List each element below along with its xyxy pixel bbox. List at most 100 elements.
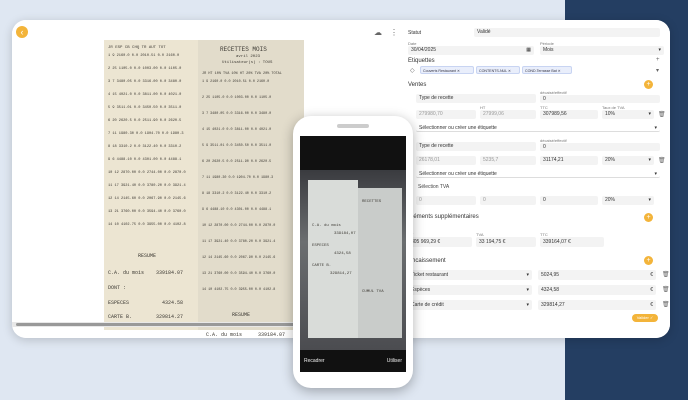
chevron-down-icon: ▾: [658, 47, 661, 53]
add-encaissement-button[interactable]: +: [644, 256, 653, 265]
receipt-left: JR ESP CB CHQ TR AUT TOT 1 9 2160.0 0.0 …: [104, 40, 200, 330]
vente3-tva-field[interactable]: 0: [480, 196, 536, 205]
vente1-ttc-field[interactable]: 307989,56: [540, 110, 598, 119]
receipt-row: 11 17 3921.40 0.0 3780.20 0.0 3921.4: [202, 240, 276, 244]
receipt-row: 8 18 3310.2 0.0 3122.40 0.0 3310.2: [108, 145, 182, 149]
receipt-carte-label: CARTE B.: [108, 314, 133, 320]
receipt-row: 13 21 3760.00 0.0 3594.40 0.0 3760.0: [108, 210, 186, 214]
receipt-row: 1 9 2160.0 0.0 2010.51 0.0 2160.0: [108, 54, 180, 58]
form-panel: Statut Validé Date 30/04/2025 ▦ Période M…: [404, 20, 670, 338]
vente1-tag-select[interactable]: Sélectionner ou créer une étiquette ▾: [416, 124, 660, 132]
crop-button[interactable]: Recadrer: [304, 358, 325, 364]
receipt-row: 13 21 3760.00 0.0 3594.40 0.0 3760.0: [202, 272, 276, 276]
receipt-row: 7 11 1980.30 0.0 1904.70 0.0 1980.3: [108, 132, 184, 136]
chevron-down-icon: ▾: [526, 272, 529, 278]
receipt-row: 8 18 3310.2 0.0 3122.40 0.0 3310.2: [202, 192, 272, 196]
receipt-row: 10 12 2870.00 0.0 2744.00 0.0 2870.0: [202, 224, 276, 228]
chevron-down-icon: ▾: [526, 287, 529, 293]
photo-line: C.A. du mois: [312, 224, 341, 228]
chevron-down-icon[interactable]: ▾: [656, 67, 659, 74]
photo-line: RECETTES: [362, 200, 382, 204]
receipt-especes-value: 4324.58: [162, 300, 184, 306]
vente2-ht-field[interactable]: 26178,01: [416, 156, 476, 165]
add-complement-button[interactable]: +: [644, 213, 653, 222]
etiquettes-label: Etiquettes: [408, 58, 435, 64]
more-vertical-icon[interactable]: ⋮: [390, 28, 398, 37]
receipt-right-ca-label: C.A. du mois: [206, 332, 243, 338]
photo-receipt-paper: [358, 188, 402, 338]
photo-line: 329814,27: [330, 272, 352, 276]
receipt-row: 2 25 1105.0 0.0 1003.00 0.0 1105.0: [108, 67, 182, 71]
pay-method-select[interactable]: Carte de crédit ▾: [408, 300, 532, 310]
vente3-ttc-field[interactable]: 0: [540, 196, 598, 205]
trash-icon[interactable]: 🗑: [658, 111, 666, 118]
vente2-tag-select[interactable]: Sélectionner ou créer une étiquette ▾: [416, 170, 660, 178]
receipt-row: 12 14 2145.60 0.0 2067.90 0.0 2145.6: [108, 197, 186, 201]
back-arrow-icon[interactable]: ‹: [16, 26, 28, 38]
tag-chip[interactable]: Couverts Restaurant ✕: [420, 66, 474, 74]
receipt-carte-value: 329814.27: [156, 314, 184, 320]
vente1-rate-select[interactable]: 10% ▾: [602, 110, 654, 119]
receipt-resume-label: RESUME: [138, 253, 157, 259]
vente1-type-select[interactable]: Type de recette: [416, 94, 536, 103]
receipt-row: 11 17 3921.40 0.0 3780.20 0.0 3921.4: [108, 184, 186, 188]
chevron-down-icon: ▾: [648, 111, 651, 117]
vente3-ht-field[interactable]: 0: [416, 196, 476, 205]
receipt-row: 9 6 4488.10 0.0 4301.00 0.0 4488.1: [108, 158, 182, 162]
receipt-right: RECETTES MOIS avril 2023 Utilisateur(s) …: [198, 40, 304, 338]
validate-button[interactable]: Valider ✓: [632, 314, 658, 322]
vente2-type-select[interactable]: Type de recette: [416, 142, 536, 151]
vente2-ttc-field[interactable]: 31174,21: [540, 156, 598, 165]
trash-icon[interactable]: 🗑: [662, 286, 670, 293]
periode-select[interactable]: Mois ▾: [540, 46, 664, 55]
pay-amount-field[interactable]: 4324,58 €: [538, 285, 656, 295]
add-tag-icon[interactable]: +: [656, 57, 660, 63]
receipt-ca-value: 339184.07: [156, 270, 184, 276]
cloud-download-icon[interactable]: ☁: [374, 28, 382, 37]
vente3-rate-select[interactable]: 20% ▾: [602, 196, 654, 205]
statut-field[interactable]: Validé: [474, 28, 660, 37]
date-field[interactable]: 30/04/2025 ▦: [408, 46, 534, 55]
pay-method-select[interactable]: Ticket restaurant ▾: [408, 270, 532, 280]
calendar-icon[interactable]: ▦: [526, 46, 531, 55]
photo-line: 4324,58: [334, 252, 351, 256]
vente2-rate-select[interactable]: 20% ▾: [602, 156, 654, 165]
receipt-right-ca-value: 339184.07: [258, 332, 286, 338]
receipt-right-title: RECETTES MOIS: [220, 46, 267, 53]
tag-chip[interactable]: COND.Terrasse Bat ✕: [522, 66, 572, 74]
trash-icon[interactable]: 🗑: [662, 301, 670, 308]
receipt-right-user: Utilisateur(s) : TOUS: [222, 61, 273, 65]
phone-device: C.A. du mois 339184,07 ESPECES 4324,58 C…: [293, 116, 413, 388]
chevron-down-icon: ▾: [526, 302, 529, 308]
complement-section-title: Éléments supplémentaires: [408, 214, 479, 220]
receipt-ca-label: C.A. du mois: [108, 270, 145, 276]
pay-amount-field[interactable]: 5024,95 €: [538, 270, 656, 280]
photo-line: CARTE B.: [312, 264, 332, 268]
receipt-right-resume: RESUME: [232, 312, 251, 318]
add-vente-button[interactable]: +: [644, 80, 653, 89]
vente1-ht-field[interactable]: 279980,70: [416, 110, 476, 119]
receipt-row: 6 20 2620.5 0.0 2511.90 0.0 2620.5: [108, 119, 182, 123]
vente1-tva-field[interactable]: 27999,06: [480, 110, 536, 119]
trash-icon[interactable]: 🗑: [662, 271, 670, 278]
phone-speaker: [337, 124, 369, 128]
vente2-tva-field[interactable]: 5235,7: [480, 156, 536, 165]
pay-method-select[interactable]: Espèces ▾: [408, 285, 532, 295]
receipt-row: 5 9 3511.01 0.0 3450.50 0.0 3511.0: [108, 106, 182, 110]
vente1-auto-field[interactable]: 0: [540, 95, 660, 103]
trash-icon[interactable]: 🗑: [658, 157, 666, 164]
tag-chip[interactable]: CONTENTS-NUL ✕: [476, 66, 520, 74]
receipt-row: 4 15 4021.0 0.0 3811.00 0.0 4021.0: [108, 93, 182, 97]
receipt-row: 12 14 2145.60 0.0 2067.90 0.0 2145.6: [202, 256, 276, 260]
vente2-auto-field[interactable]: 0: [540, 143, 660, 151]
use-button[interactable]: Utiliser: [387, 358, 402, 364]
receipt-row: 9 6 4488.10 0.0 4301.00 0.0 4488.1: [202, 208, 272, 212]
receipt-row: 3 7 3480.05 0.0 3316.00 0.0 3480.0: [202, 112, 272, 116]
pay-amount-field[interactable]: 329814,27 €: [538, 300, 656, 310]
chevron-down-icon: ▾: [654, 125, 657, 131]
receipt-row: 2 25 1105.0 0.0 1003.00 0.0 1105.0: [202, 96, 272, 100]
receipt-left-header: JR ESP CB CHQ TR AUT TOT: [108, 46, 166, 50]
receipt-row: 6 20 2620.5 0.0 2511.90 0.0 2620.5: [202, 160, 272, 164]
total-ttc-field: 339164,07 €: [540, 237, 604, 247]
total-ht-field: 305 969,29 €: [408, 237, 472, 247]
